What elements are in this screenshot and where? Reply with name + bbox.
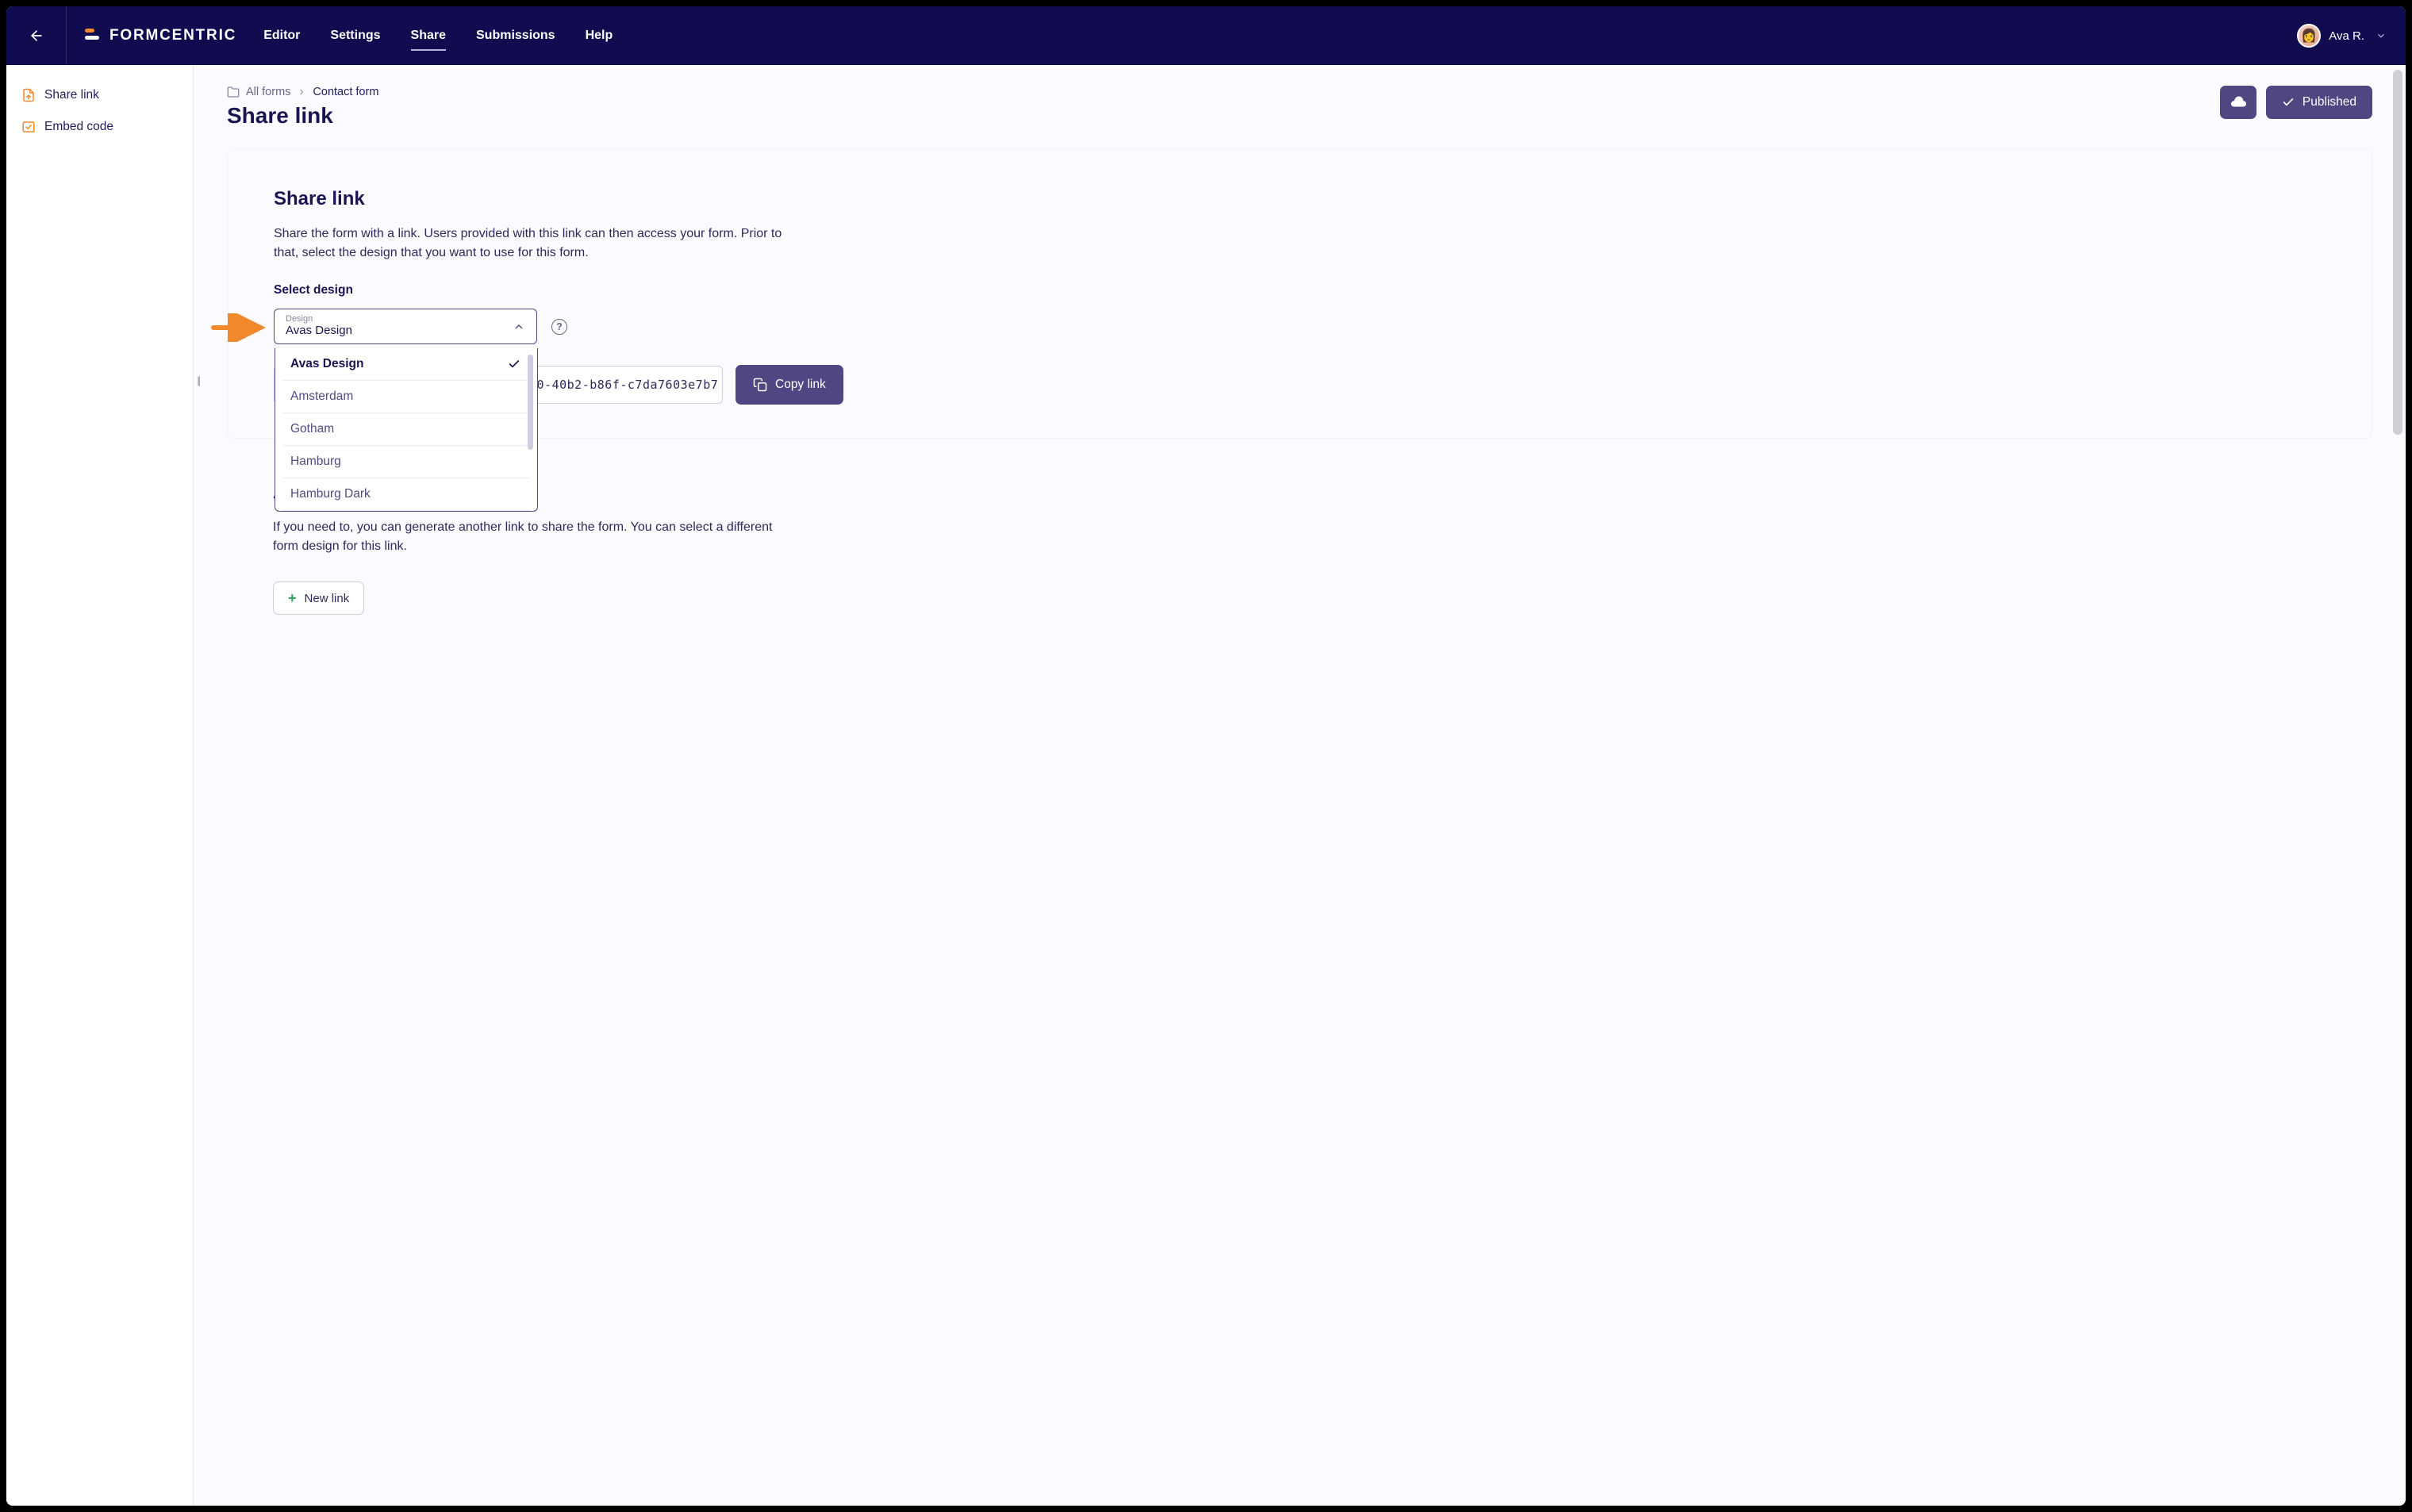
new-link-button[interactable]: + New link xyxy=(273,581,364,615)
nav-settings[interactable]: Settings xyxy=(330,24,380,48)
copy-link-button[interactable]: Copy link xyxy=(736,365,843,405)
additional-heading: Additional link xyxy=(273,482,2326,504)
design-option-amsterdam[interactable]: Amsterdam xyxy=(282,381,530,413)
breadcrumb-all-forms[interactable]: All forms xyxy=(246,86,290,98)
share-link-description: Share the form with a link. Users provid… xyxy=(274,224,797,263)
chevron-up-icon xyxy=(513,320,525,333)
body: Share link Embed code || All forms Conta… xyxy=(6,65,2406,1506)
design-option-avas[interactable]: Avas Design xyxy=(282,348,530,381)
sidebar-item-label: Share link xyxy=(44,88,99,102)
design-option-label: Hamburg Dark xyxy=(290,487,371,501)
check-icon xyxy=(2282,96,2295,109)
user-name: Ava R. xyxy=(2329,29,2364,43)
breadcrumb-form-name[interactable]: Contact form xyxy=(313,86,378,98)
folder-icon xyxy=(227,86,240,98)
share-link-heading: Share link xyxy=(274,188,2326,210)
new-link-label: New link xyxy=(305,592,350,605)
sidebar-item-label: Embed code xyxy=(44,120,113,134)
logo[interactable]: FORMCENTRIC xyxy=(67,27,259,44)
check-icon xyxy=(508,358,520,370)
nav-editor[interactable]: Editor xyxy=(263,24,300,48)
scrollbar-thumb[interactable] xyxy=(2393,70,2402,435)
design-option-label: Avas Design xyxy=(290,357,363,371)
additional-link-card: Additional link If you need to, you can … xyxy=(227,450,2372,639)
help-icon[interactable]: ? xyxy=(551,319,567,335)
embed-code-icon xyxy=(21,119,36,135)
sidebar-item-embed-code[interactable]: Embed code xyxy=(6,111,193,143)
design-dropdown: Avas Design Amsterdam Gotham xyxy=(275,348,538,512)
share-link-icon xyxy=(21,87,36,103)
design-option-gotham[interactable]: Gotham xyxy=(282,413,530,446)
design-option-label: Hamburg xyxy=(290,455,341,469)
top-nav: Editor Settings Share Submissions Help xyxy=(263,24,613,48)
share-link-card: Share link Share the form with a link. U… xyxy=(227,149,2372,439)
top-actions: Published xyxy=(2220,86,2372,119)
published-label: Published xyxy=(2303,95,2356,109)
back-button[interactable] xyxy=(6,6,67,65)
design-option-label: Amsterdam xyxy=(290,390,353,404)
sidebar-item-share-link[interactable]: Share link xyxy=(6,79,193,111)
top-bar: FORMCENTRIC Editor Settings Share Submis… xyxy=(6,6,2406,65)
logo-text: FORMCENTRIC xyxy=(109,27,236,44)
nav-share[interactable]: Share xyxy=(411,24,446,48)
design-select[interactable]: Design Avas Design Avas Design Amsterdam xyxy=(274,309,537,344)
link-row: xxxxxxxxxxxxxxxxxxxxxxxxxxxxxx3200-40b2-… xyxy=(274,365,2326,405)
design-field-label: Design xyxy=(286,314,525,324)
design-selected-value: Avas Design xyxy=(286,324,525,337)
avatar: 👩 xyxy=(2297,24,2321,48)
select-design-label: Select design xyxy=(274,283,2326,297)
breadcrumb: All forms Contact form xyxy=(227,86,378,98)
nav-help[interactable]: Help xyxy=(586,24,613,48)
nav-submissions[interactable]: Submissions xyxy=(476,24,555,48)
design-option-label: Gotham xyxy=(290,422,334,436)
cloud-save-button[interactable] xyxy=(2220,86,2256,119)
plus-icon: + xyxy=(288,590,297,607)
design-select-row: Design Avas Design Avas Design Amsterdam xyxy=(274,309,2326,344)
user-menu[interactable]: 👩 Ava R. xyxy=(2297,24,2387,48)
published-button[interactable]: Published xyxy=(2266,86,2372,119)
sidebar: Share link Embed code || xyxy=(6,65,194,1506)
page-header: All forms Contact form Share link Publis… xyxy=(227,86,2372,129)
design-option-hamburg[interactable]: Hamburg xyxy=(282,446,530,478)
cloud-icon xyxy=(2230,94,2247,111)
logo-mark-icon xyxy=(84,27,102,44)
page-title: Share link xyxy=(227,103,378,129)
copy-icon xyxy=(753,378,767,392)
dropdown-scrollbar[interactable] xyxy=(528,355,533,450)
arrow-left-icon xyxy=(29,28,44,44)
callout-arrow-icon xyxy=(210,313,266,346)
design-option-hamburg-dark[interactable]: Hamburg Dark xyxy=(282,478,530,511)
copy-link-label: Copy link xyxy=(775,378,826,392)
main-scrollbar[interactable] xyxy=(2393,68,2402,1502)
additional-description: If you need to, you can generate another… xyxy=(273,518,797,556)
chevron-down-icon xyxy=(2376,30,2387,41)
main-content: All forms Contact form Share link Publis… xyxy=(194,65,2406,1506)
chevron-right-icon xyxy=(297,87,306,97)
app-window: FORMCENTRIC Editor Settings Share Submis… xyxy=(6,6,2406,1506)
